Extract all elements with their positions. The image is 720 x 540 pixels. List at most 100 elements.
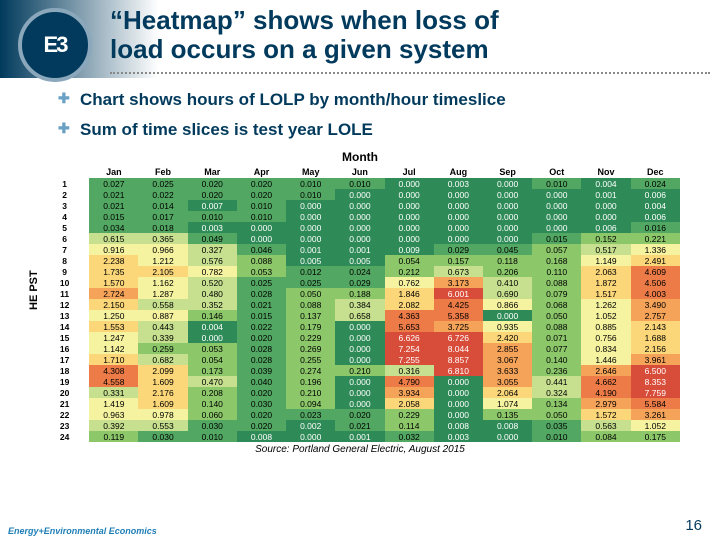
heatmap-cell: 1.570 — [89, 277, 138, 288]
heatmap-cell: 0.756 — [581, 332, 630, 343]
heatmap-cell: 0.008 — [237, 431, 286, 442]
heatmap-cell: 0.017 — [138, 211, 187, 222]
heatmap-cell: 0.006 — [631, 211, 680, 222]
heatmap-cell: 6.500 — [631, 365, 680, 376]
col-header: Aug — [434, 166, 483, 178]
page-number: 16 — [685, 517, 702, 534]
heatmap-cell: 0.010 — [532, 431, 581, 442]
heatmap-cell: 0.010 — [237, 211, 286, 222]
heatmap-cell: 0.000 — [532, 222, 581, 233]
heatmap-cell: 0.140 — [188, 398, 237, 409]
heatmap-cell: 0.016 — [631, 222, 680, 233]
heatmap-cell: 3.490 — [631, 299, 680, 310]
heatmap-cell: 0.010 — [237, 200, 286, 211]
heatmap-cell: 0.259 — [138, 343, 187, 354]
heatmap-cell: 0.020 — [237, 409, 286, 420]
heatmap-cell: 0.615 — [89, 233, 138, 244]
heatmap-cell: 0.000 — [286, 233, 335, 244]
heatmap-cell: 0.978 — [138, 409, 187, 420]
row-header: 8 — [40, 255, 89, 266]
heatmap-cell: 0.834 — [581, 343, 630, 354]
heatmap-cell: 0.229 — [385, 409, 434, 420]
heatmap-cell: 0.000 — [286, 431, 335, 442]
heatmap-cell: 0.000 — [335, 398, 384, 409]
heatmap-cell: 1.149 — [581, 255, 630, 266]
row-header: 9 — [40, 266, 89, 277]
row-header: 24 — [40, 431, 89, 442]
heatmap-cell: 0.022 — [237, 321, 286, 332]
row-header: 10 — [40, 277, 89, 288]
heatmap-cell: 0.000 — [335, 200, 384, 211]
row-header: 14 — [40, 321, 89, 332]
heatmap-cell: 4.506 — [631, 277, 680, 288]
heatmap-cell: 2.176 — [138, 387, 187, 398]
heatmap-cell: 1.074 — [483, 398, 532, 409]
col-header: Jan — [89, 166, 138, 178]
heatmap-cell: 0.050 — [286, 288, 335, 299]
heatmap-cell: 0.027 — [89, 178, 138, 189]
heatmap-table: JanFebMarAprMayJunJulAugSepOctNovDec10.0… — [40, 166, 680, 442]
heatmap-cell: 0.384 — [335, 299, 384, 310]
heatmap-cell: 0.000 — [335, 211, 384, 222]
col-header: Jun — [335, 166, 384, 178]
heatmap-cell: 0.040 — [237, 376, 286, 387]
heatmap-cell: 2.143 — [631, 321, 680, 332]
heatmap-cell: 1.142 — [89, 343, 138, 354]
heatmap-cell: 1.688 — [631, 332, 680, 343]
heatmap-cell: 0.054 — [188, 354, 237, 365]
heatmap-cell: 0.000 — [532, 211, 581, 222]
heatmap-cell: 2.724 — [89, 288, 138, 299]
heatmap-cell: 4.363 — [385, 310, 434, 321]
heatmap-cell: 0.000 — [188, 332, 237, 343]
source-caption: Source: Portland General Electric, Augus… — [40, 444, 680, 455]
heatmap-cell: 8.353 — [631, 376, 680, 387]
heatmap-cell: 0.188 — [335, 288, 384, 299]
heatmap-cell: 0.000 — [335, 343, 384, 354]
heatmap-cell: 0.480 — [188, 288, 237, 299]
row-header: 22 — [40, 409, 89, 420]
heatmap-cell: 0.576 — [188, 255, 237, 266]
heatmap-cell: 0.935 — [483, 321, 532, 332]
heatmap-cell: 0.020 — [188, 189, 237, 200]
heatmap-cell: 0.000 — [434, 211, 483, 222]
heatmap-cell: 0.140 — [532, 354, 581, 365]
heatmap-cell: 0.000 — [483, 211, 532, 222]
heatmap-cell: 0.024 — [335, 266, 384, 277]
heatmap-cell: 0.168 — [532, 255, 581, 266]
heatmap-cell: 3.067 — [483, 354, 532, 365]
heatmap-cell: 0.236 — [532, 365, 581, 376]
heatmap-cell: 0.673 — [434, 266, 483, 277]
heatmap-cell: 1.846 — [385, 288, 434, 299]
heatmap-cell: 0.088 — [532, 321, 581, 332]
heatmap-cell: 0.024 — [631, 178, 680, 189]
col-header: Apr — [237, 166, 286, 178]
row-header: 18 — [40, 365, 89, 376]
heatmap-cell: 0.006 — [581, 222, 630, 233]
heatmap-cell: 1.262 — [581, 299, 630, 310]
heatmap-cell: 0.029 — [335, 277, 384, 288]
heatmap-cell: 6.001 — [434, 288, 483, 299]
heatmap-cell: 0.916 — [89, 244, 138, 255]
heatmap-cell: 0.269 — [286, 343, 335, 354]
heatmap-cell: 0.020 — [237, 189, 286, 200]
heatmap-cell: 0.004 — [631, 200, 680, 211]
heatmap-cell: 0.014 — [138, 200, 187, 211]
heatmap-cell: 3.725 — [434, 321, 483, 332]
heatmap-cell: 0.000 — [483, 310, 532, 321]
heatmap-cell: 0.001 — [335, 431, 384, 442]
heatmap-cell: 0.003 — [188, 222, 237, 233]
heatmap-cell: 0.020 — [237, 178, 286, 189]
heatmap-cell: 4.609 — [631, 266, 680, 277]
heatmap-cell: 0.010 — [188, 211, 237, 222]
heatmap-cell: 1.609 — [138, 398, 187, 409]
heatmap-cell: 0.517 — [581, 244, 630, 255]
heatmap-cell: 0.094 — [286, 398, 335, 409]
heatmap-cell: 4.425 — [434, 299, 483, 310]
heatmap-cell: 0.000 — [434, 387, 483, 398]
heatmap-cell: 1.710 — [89, 354, 138, 365]
company-logo: E3 — [18, 8, 92, 82]
bullet-item: Sum of time slices is test year LOLE — [80, 120, 700, 140]
heatmap-cell: 8.857 — [434, 354, 483, 365]
heatmap-cell: 0.179 — [286, 321, 335, 332]
heatmap-cell: 0.563 — [581, 420, 630, 431]
